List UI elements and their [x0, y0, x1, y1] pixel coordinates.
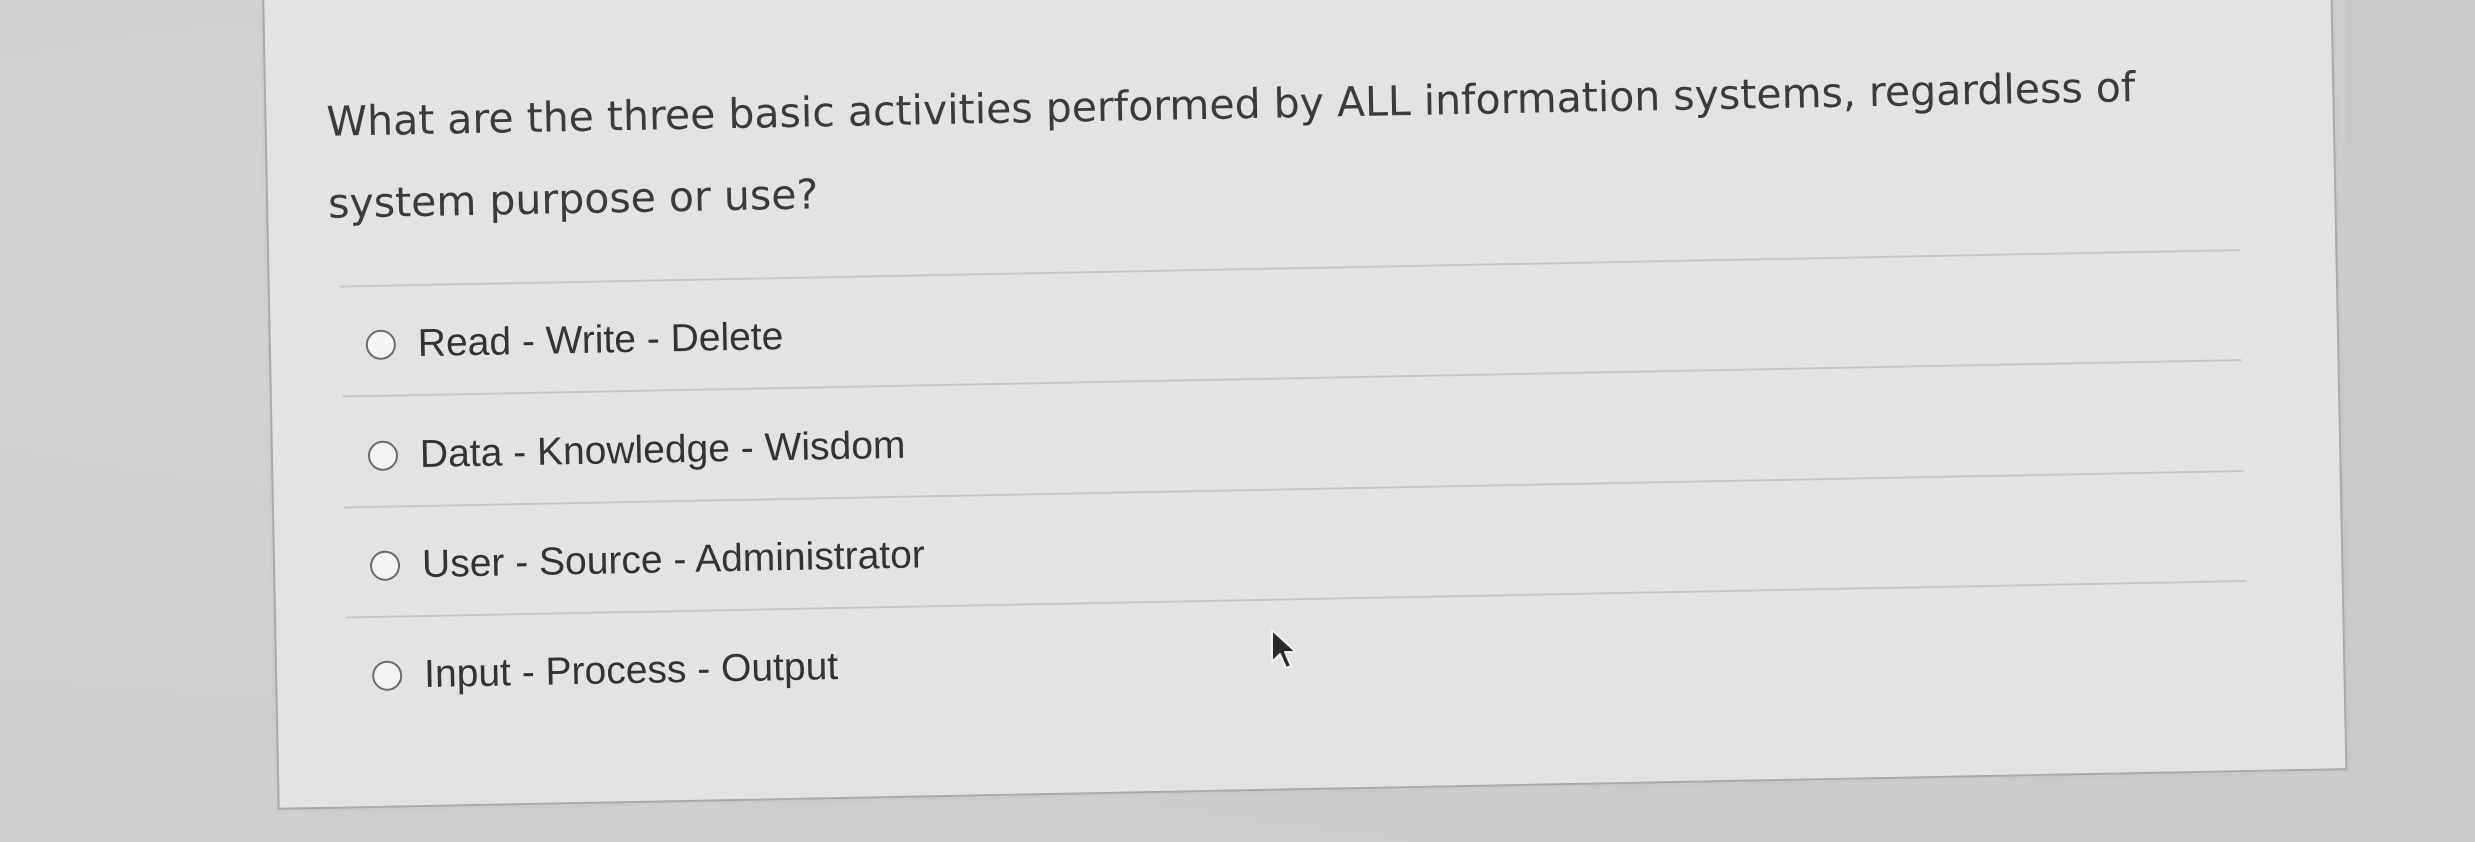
answer-option-input-process-output[interactable]: Input - Process - Output: [371, 637, 839, 706]
divider: [339, 249, 2240, 288]
answer-option-data-knowledge-wisdom[interactable]: Data - Knowledge - Wisdom: [367, 416, 906, 486]
radio-button[interactable]: [369, 550, 401, 582]
option-label: Read - Write - Delete: [417, 315, 784, 366]
radio-button[interactable]: [371, 660, 403, 692]
question-text: What are the three basic activities perf…: [326, 63, 2136, 228]
option-label: Data - Knowledge - Wisdom: [419, 423, 906, 477]
radio-button[interactable]: [367, 440, 399, 472]
mouse-pointer-icon: [1271, 629, 1297, 669]
screen-background: [2345, 0, 2475, 842]
question-card: What are the three basic activities perf…: [262, 0, 2348, 810]
radio-button[interactable]: [365, 329, 397, 361]
answer-option-read-write-delete[interactable]: Read - Write - Delete: [365, 307, 784, 375]
answer-option-user-source-administrator[interactable]: User - Source - Administrator: [369, 525, 926, 596]
option-label: User - Source - Administrator: [421, 533, 926, 587]
option-label: Input - Process - Output: [423, 645, 839, 697]
